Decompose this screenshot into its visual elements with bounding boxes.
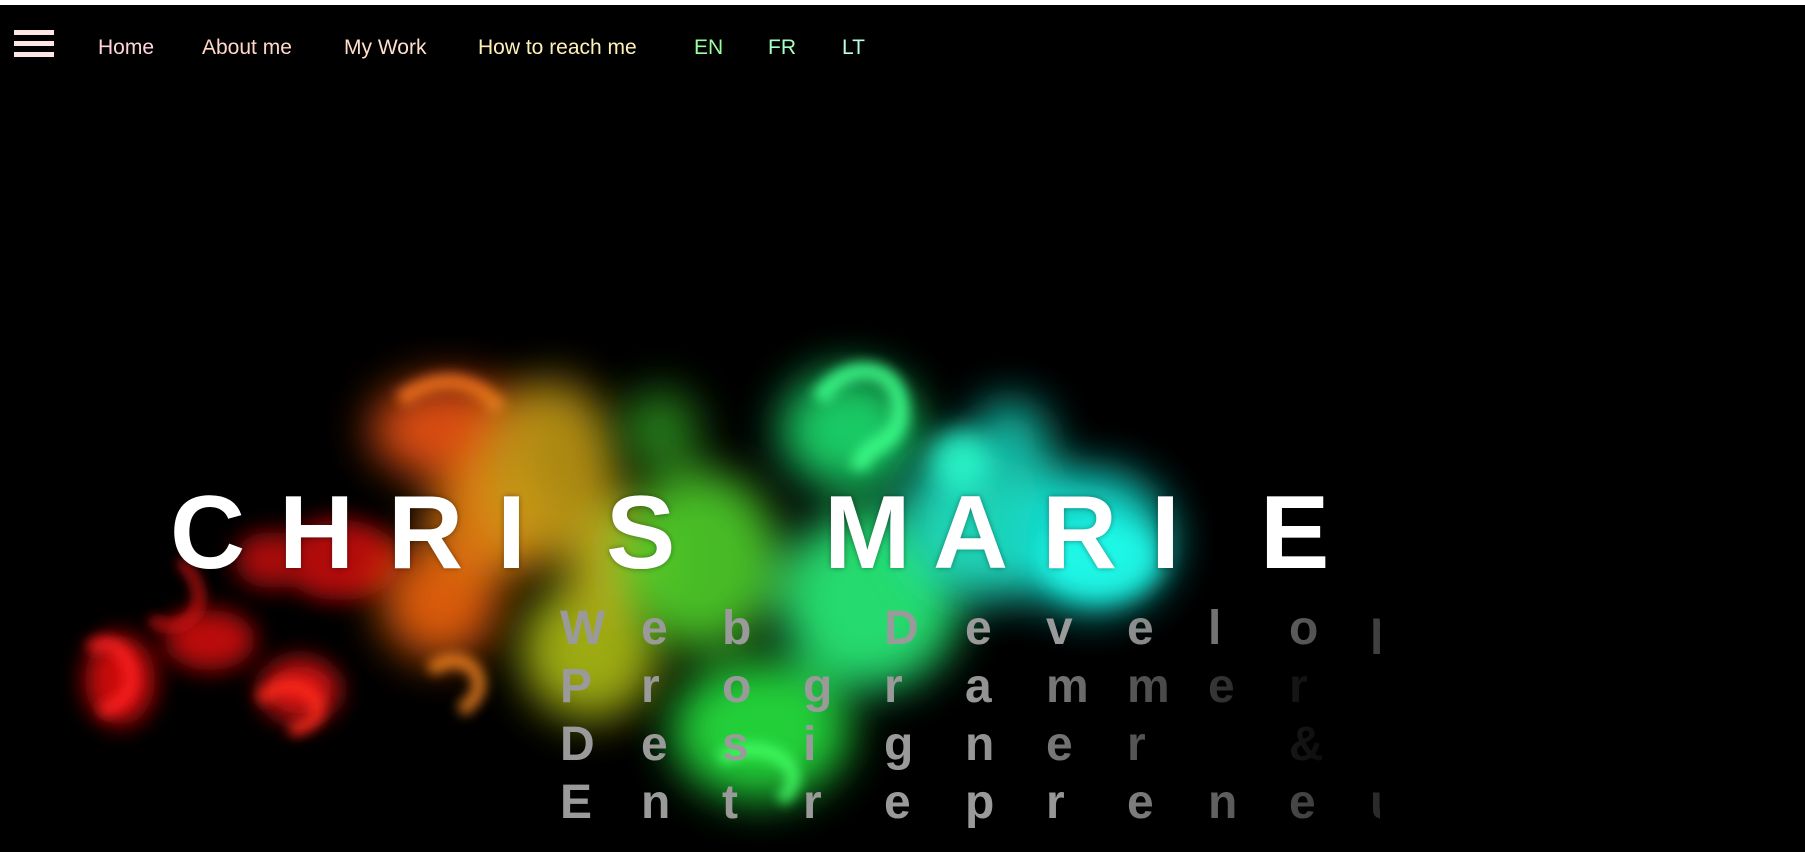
- hero-name-letter: H: [279, 475, 355, 591]
- nav-link-my-work[interactable]: My Work: [344, 36, 426, 60]
- nav-link-how-to-reach-me[interactable]: How to reach me: [478, 36, 637, 60]
- nav-link-home[interactable]: Home: [98, 36, 154, 60]
- hero-name: CHRISMARIE: [0, 478, 1805, 588]
- hamburger-menu-icon[interactable]: [14, 30, 54, 60]
- role-line: Designer &: [560, 718, 1324, 771]
- hero-name-letter: I: [497, 475, 526, 591]
- hero-name-letter: M: [824, 475, 911, 591]
- hero-name-letter: R: [388, 475, 464, 591]
- hero-name-letter: C: [170, 475, 246, 591]
- role-line: Entrepreneur: [560, 776, 1380, 829]
- hero-name-letter: I: [1151, 475, 1180, 591]
- role-line: Web Developer: [560, 602, 1380, 655]
- roles-list: Web DeveloperProgrammerDesigner &Entrepr…: [560, 600, 1380, 840]
- language-lt[interactable]: LT: [842, 36, 865, 60]
- hero-name-letter: S: [606, 475, 676, 591]
- role-line: Programmer: [560, 660, 1308, 713]
- hero-name-letter: A: [933, 475, 1009, 591]
- page: Home About me My Work How to reach me EN…: [0, 0, 1805, 852]
- language-en[interactable]: EN: [694, 36, 723, 60]
- hero-name-letter: R: [1042, 475, 1118, 591]
- language-fr[interactable]: FR: [768, 36, 796, 60]
- nav-link-about-me[interactable]: About me: [202, 36, 292, 60]
- hero-name-letter: E: [1260, 475, 1330, 591]
